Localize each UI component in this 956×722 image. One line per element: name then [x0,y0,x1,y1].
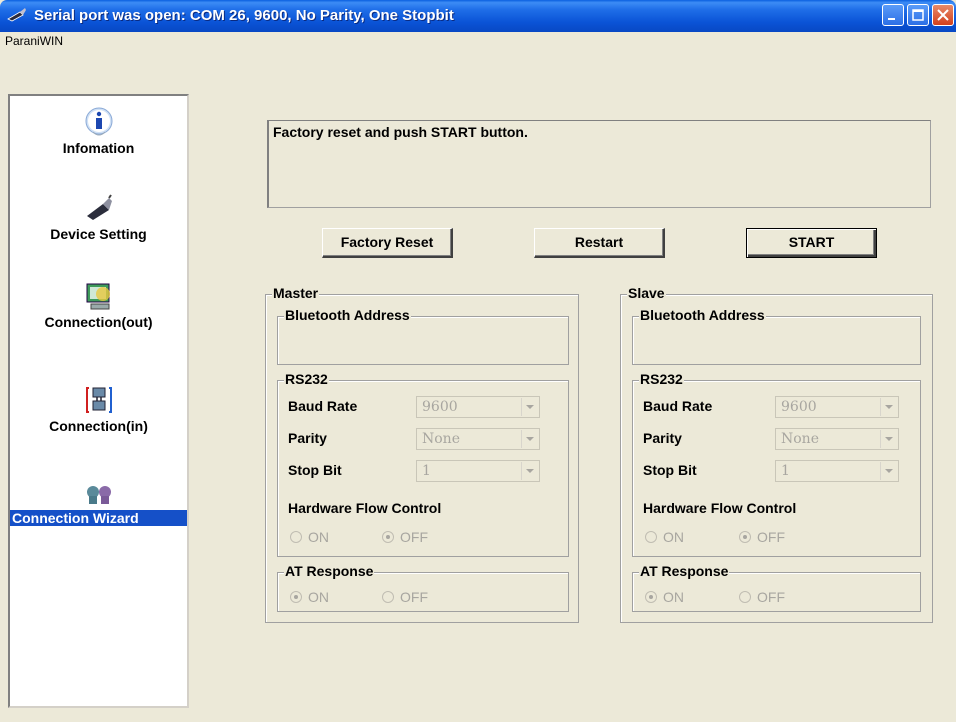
master-baud-select[interactable]: 9600 [416,396,540,418]
radio-off-icon [645,531,657,543]
slave-rs232-label: RS232 [639,371,684,387]
app-icon [7,8,26,22]
radio-on-icon [645,591,657,603]
master-rs232-group: RS232 Baud Rate 9600 Parity None Stop Bi… [277,371,569,557]
master-parity-label: Parity [288,430,327,446]
master-stop-select[interactable]: 1 [416,460,540,482]
sidebar-item-connection-wizard[interactable]: Connection Wizard [10,476,187,526]
slave-hfc-on-radio[interactable]: ON [645,529,684,545]
minimize-button[interactable] [882,4,904,26]
sidebar-item-label: Connection Wizard [10,510,187,526]
sidebar-item-label: Device Setting [50,226,147,242]
start-button[interactable]: START [746,228,877,258]
maximize-icon [912,9,924,21]
message-text: Factory reset and push START button. [273,124,528,140]
master-group: Master Bluetooth Address RS232 Baud Rate… [265,285,579,623]
slave-bt-address-label: Bluetooth Address [639,307,766,323]
sidebar-item-information[interactable]: Infomation [10,106,187,156]
master-title: Master [272,285,320,301]
slave-hfc-off-radio[interactable]: OFF [739,529,785,545]
connection-out-icon [86,283,110,310]
connection-in-icon [85,387,112,413]
info-icon [85,107,112,136]
master-at-label: AT Response [284,563,375,579]
slave-at-on-radio[interactable]: ON [645,589,684,605]
chevron-down-icon[interactable] [521,462,538,480]
slave-at-off-radio[interactable]: OFF [739,589,785,605]
window-title: Serial port was open: COM 26, 9600, No P… [34,7,454,24]
close-button[interactable] [932,4,954,26]
slave-stop-label: Stop Bit [643,462,697,478]
master-parity-select[interactable]: None [416,428,540,450]
slave-at-response-group: AT Response ON OFF [632,563,921,612]
slave-parity-label: Parity [643,430,682,446]
chevron-down-icon[interactable] [521,398,538,416]
menu-paraniwin[interactable]: ParaniWIN [5,34,63,48]
radio-off-icon [739,591,751,603]
sidebar-item-connection-out[interactable]: Connection(out) [10,280,187,330]
slave-bt-address-group: Bluetooth Address [632,307,921,365]
master-bt-address-label: Bluetooth Address [284,307,411,323]
title-bar[interactable]: Serial port was open: COM 26, 9600, No P… [0,0,956,32]
radio-off-icon [290,531,302,543]
chevron-down-icon[interactable] [880,398,897,416]
close-icon [937,9,949,21]
slave-hfc-label: Hardware Flow Control [643,500,797,516]
chevron-down-icon[interactable] [880,462,897,480]
slave-group: Slave Bluetooth Address RS232 Baud Rate … [620,285,933,623]
master-at-response-group: AT Response ON OFF [277,563,569,612]
slave-parity-select[interactable]: None [775,428,899,450]
master-hfc-on-radio[interactable]: ON [290,529,329,545]
factory-reset-button[interactable]: Factory Reset [322,228,453,258]
master-bt-address-group: Bluetooth Address [277,307,569,365]
master-rs232-label: RS232 [284,371,329,387]
menu-bar: ParaniWIN [0,32,956,52]
sidebar-item-label: Connection(out) [44,314,153,330]
sidebar-item-label: Infomation [62,140,135,156]
sidebar-item-connection-in[interactable]: Connection(in) [10,384,187,434]
slave-baud-select[interactable]: 9600 [775,396,899,418]
slave-baud-label: Baud Rate [643,398,713,414]
sidebar: Infomation Device Setting Connection(out… [8,94,189,708]
maximize-button[interactable] [907,4,929,26]
minimize-icon [888,18,895,20]
master-hfc-label: Hardware Flow Control [288,500,442,516]
message-box: Factory reset and push START button. [267,120,931,208]
radio-on-icon [290,591,302,603]
radio-off-icon [382,591,394,603]
slave-stop-select[interactable]: 1 [775,460,899,482]
restart-button[interactable]: Restart [534,228,665,258]
slave-rs232-group: RS232 Baud Rate 9600 Parity None Stop Bi… [632,371,921,557]
usb-device-icon [86,194,112,220]
master-hfc-off-radio[interactable]: OFF [382,529,428,545]
radio-on-icon [382,531,394,543]
radio-on-icon [739,531,751,543]
sidebar-item-label: Connection(in) [49,418,148,434]
master-baud-label: Baud Rate [288,398,358,414]
chevron-down-icon[interactable] [880,430,897,448]
master-at-off-radio[interactable]: OFF [382,589,428,605]
slave-title: Slave [627,285,666,301]
master-at-on-radio[interactable]: ON [290,589,329,605]
master-stop-label: Stop Bit [288,462,342,478]
wizard-icon [86,486,111,504]
sidebar-item-device-setting[interactable]: Device Setting [10,192,187,242]
slave-at-label: AT Response [639,563,730,579]
chevron-down-icon[interactable] [521,430,538,448]
